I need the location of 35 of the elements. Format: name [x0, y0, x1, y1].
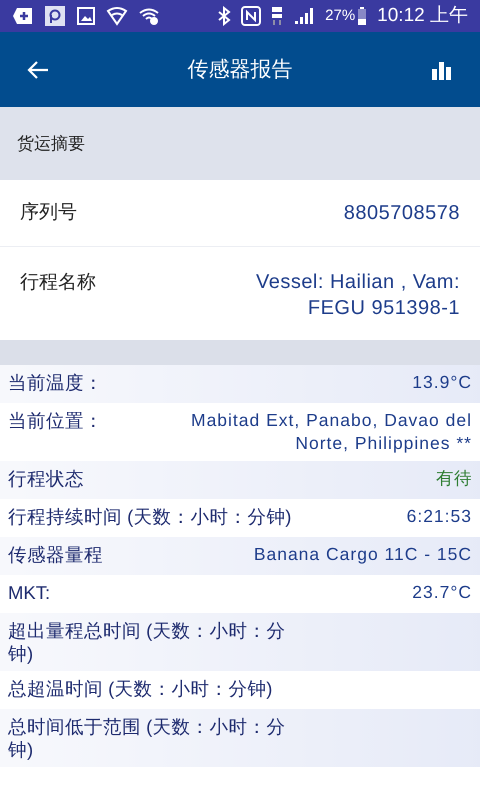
bar-chart-icon [431, 60, 453, 80]
detail-label: 行程状态 [8, 467, 84, 490]
app-notification-icon [44, 5, 66, 27]
detail-label: 当前温度： [8, 371, 103, 394]
detail-value: 13.9°C [412, 371, 472, 394]
field-value: 8805708578 [342, 201, 460, 226]
detail-label: 当前位置： [8, 409, 103, 432]
field-label: 行程名称 [20, 271, 96, 295]
image-icon [76, 6, 96, 26]
detail-label: 行程持续时间 (天数：小时：分钟) [8, 505, 292, 528]
clock-time: 10:12 上午 [377, 4, 468, 28]
add-notification-icon [12, 6, 34, 26]
detail-label: 传感器量程 [8, 543, 103, 566]
detail-value: 23.7°C [412, 581, 472, 604]
detail-value: 6:21:53 [406, 505, 472, 528]
section-header: 货运摘要 [0, 107, 480, 180]
detail-label: 总超温时间 (天数：小时：分钟) [8, 677, 274, 700]
wifi-shield-icon [106, 6, 128, 26]
detail-label: MKT: [8, 581, 50, 604]
bluetooth-icon [217, 6, 232, 26]
back-arrow-icon [26, 60, 50, 80]
wifi-icon [138, 6, 160, 26]
status-value: 有待 [436, 467, 472, 490]
field-value: Vessel: Hailian , Vam: FEGU 951398-1 [254, 270, 460, 321]
nfc-icon [241, 6, 262, 26]
battery-percentage: 27% [325, 6, 356, 26]
detail-label: 超出量程总时间 (天数：小时：分钟) [8, 619, 286, 665]
signal-icon [293, 6, 316, 26]
screen-title: 传感器报告 [186, 56, 294, 83]
detail-label: 总时间低于范围 (天数：小时：分钟) [8, 715, 286, 761]
battery-icon [357, 6, 368, 26]
field-label: 序列号 [20, 200, 77, 225]
lte-icon [271, 5, 284, 27]
detail-value: Mabitad Ext, Panabo, Davao del Norte, Philippines ** [190, 409, 472, 455]
detail-value: Banana Cargo 11C - 15C [254, 543, 472, 566]
